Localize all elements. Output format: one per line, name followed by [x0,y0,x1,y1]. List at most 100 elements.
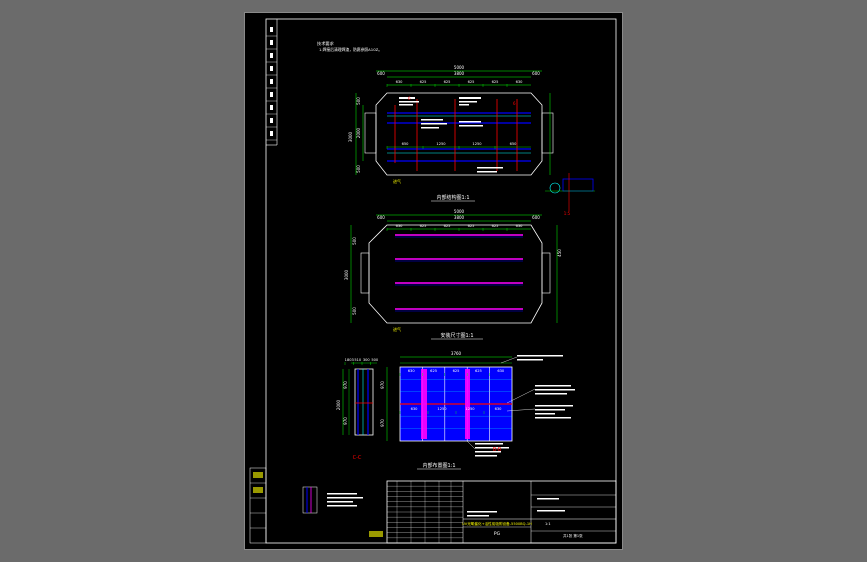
callout-leader [500,356,518,364]
callout-bar [477,171,497,173]
bottom-dim-bay-top: 630 [408,369,416,373]
middle-dim-height: 3000 [344,269,349,280]
top-dim-overall: 5000 [454,65,465,70]
left-strip-mark [270,131,273,136]
callout-bar [517,355,563,357]
bottom-dim-bay-mid: 1250 [465,407,475,411]
callout-bar [399,104,413,106]
detail-view: 1:5 [545,173,595,216]
bottom-dim-side-2: 970 [380,419,385,427]
left-lower-box [249,467,267,544]
bottom-main-view: 3760 630 625 625 625 630 630 1250 1250 630 970 … [380,351,575,470]
middle-inlet-flange [360,252,370,294]
bottom-section-caption: B-B [493,447,502,453]
callout-bar [535,417,571,419]
top-dim-bay: 625 [444,80,451,84]
bottom-dim-overall: 3760 [451,351,462,356]
top-dim-bay: 630 [396,80,404,84]
bottom-dim-bay-mid: 1250 [437,407,447,411]
left-lower-label-1 [253,472,263,478]
top-inlet-label: 进气 [393,178,401,184]
middle-dim-right-side: 450 [557,249,562,257]
callout-leader [466,440,476,450]
top-dim-height: 3000 [348,131,353,142]
top-dim-lower-seg: 1250 [436,142,446,146]
title-block-bar [537,510,565,512]
callout-bar [327,501,353,503]
callout-bar [475,443,503,445]
callout-bar [459,101,477,103]
drawing-sheet: 技术要求 1.焊接后清理焊渣，防腐参照A10Z。 5000 3800 600 6… [245,13,622,549]
revision-grid [387,481,463,544]
bottom-view-caption: 内部布置图1:1 [422,462,455,469]
title-block-bar [467,511,497,513]
top-dim-bay: 630 [516,80,524,84]
cc-dim-top: 1803 510 300 500 [345,358,379,365]
callout-bar [535,409,565,411]
middle-dim-bay: 625 [420,224,427,228]
callout-bar [535,385,571,387]
callout-bar [535,389,575,391]
tech-note-heading: 技术要求 [317,40,335,47]
callout-bar [399,97,415,99]
cc-dim-height: 2000 [336,399,341,410]
middle-dim-bay: 625 [468,224,475,228]
cc-caption: C-C [353,455,362,461]
cc-dim-top-seg: 510 [354,358,362,362]
left-strip-mark [270,66,273,71]
bottom-dim-bay-top: 625 [430,369,437,373]
top-dim-bay: 625 [420,80,427,84]
middle-view-caption: 安装尺寸图1:1 [440,332,473,339]
middle-view: 5000 3800 600 600 630 625 625 625 625 630 300… [344,209,562,340]
middle-dim-left: 600 [377,215,385,220]
bottom-dim-bay-mid: 630 [411,407,419,411]
callout-bar [459,104,469,106]
title-block-bar [467,515,489,517]
left-strip-mark [270,53,273,58]
middle-dim-side-top: 500 [352,237,357,245]
middle-dim-bay: 625 [492,224,499,228]
top-dim-right: 600 [532,71,540,76]
middle-dim-bay: 630 [516,224,524,228]
top-dim-side-top: 500 [356,97,361,105]
middle-dim-bay: 630 [396,224,404,228]
drawing-name: UV光氧催化+活性炭吸附设备-5500BQ-1H [462,521,532,526]
left-strip-mark [270,27,273,32]
title-block-bar [537,498,559,500]
callout-bar [535,413,555,415]
left-strip-mark [270,118,273,123]
callout-bar [477,167,503,169]
callout-bar [535,405,573,407]
cc-dim-part-2: 970 [343,417,348,425]
middle-outlet-flange [541,252,551,294]
left-lower-label-2 [253,487,263,493]
left-strip-mark [270,40,273,45]
top-view: 5000 3800 600 600 630 625 625 625 625 630 650… [348,65,554,202]
title-block-stamp [369,531,383,537]
left-strip-cells [266,27,277,141]
middle-dim-inner: 3800 [454,215,465,220]
top-dim-bay: 625 [468,80,475,84]
title-block: UV光氧催化+活性炭吸附设备-5500BQ-1H PG 1:1 共1张 第1张 [369,480,617,544]
middle-dim-bay: 625 [444,224,451,228]
callout-bar [327,505,357,507]
bottom-dim-bay-mid: 630 [495,407,503,411]
top-dim-height-inner: 2000 [356,127,361,138]
top-dim-left: 600 [377,71,385,76]
callout-bar [459,97,481,99]
callout-bar [399,101,419,103]
bottom-dim-bay-top: 625 [453,369,460,373]
middle-dim-right: 600 [532,215,540,220]
cc-dim-top-seg: 1803 [345,358,354,362]
left-strip-mark [270,105,273,110]
bottom-dim-bay-top: 625 [475,369,482,373]
middle-dim-overall: 5000 [454,209,465,214]
callout-bar [459,125,483,127]
top-dim-side-bottom: 500 [356,165,361,173]
left-strip-mark [270,79,273,84]
bottom-partition-2 [465,369,470,439]
drawing-code: PG [494,531,501,537]
callout-bar [327,497,363,499]
callout-bar [327,493,357,495]
detail-circle [549,182,561,194]
